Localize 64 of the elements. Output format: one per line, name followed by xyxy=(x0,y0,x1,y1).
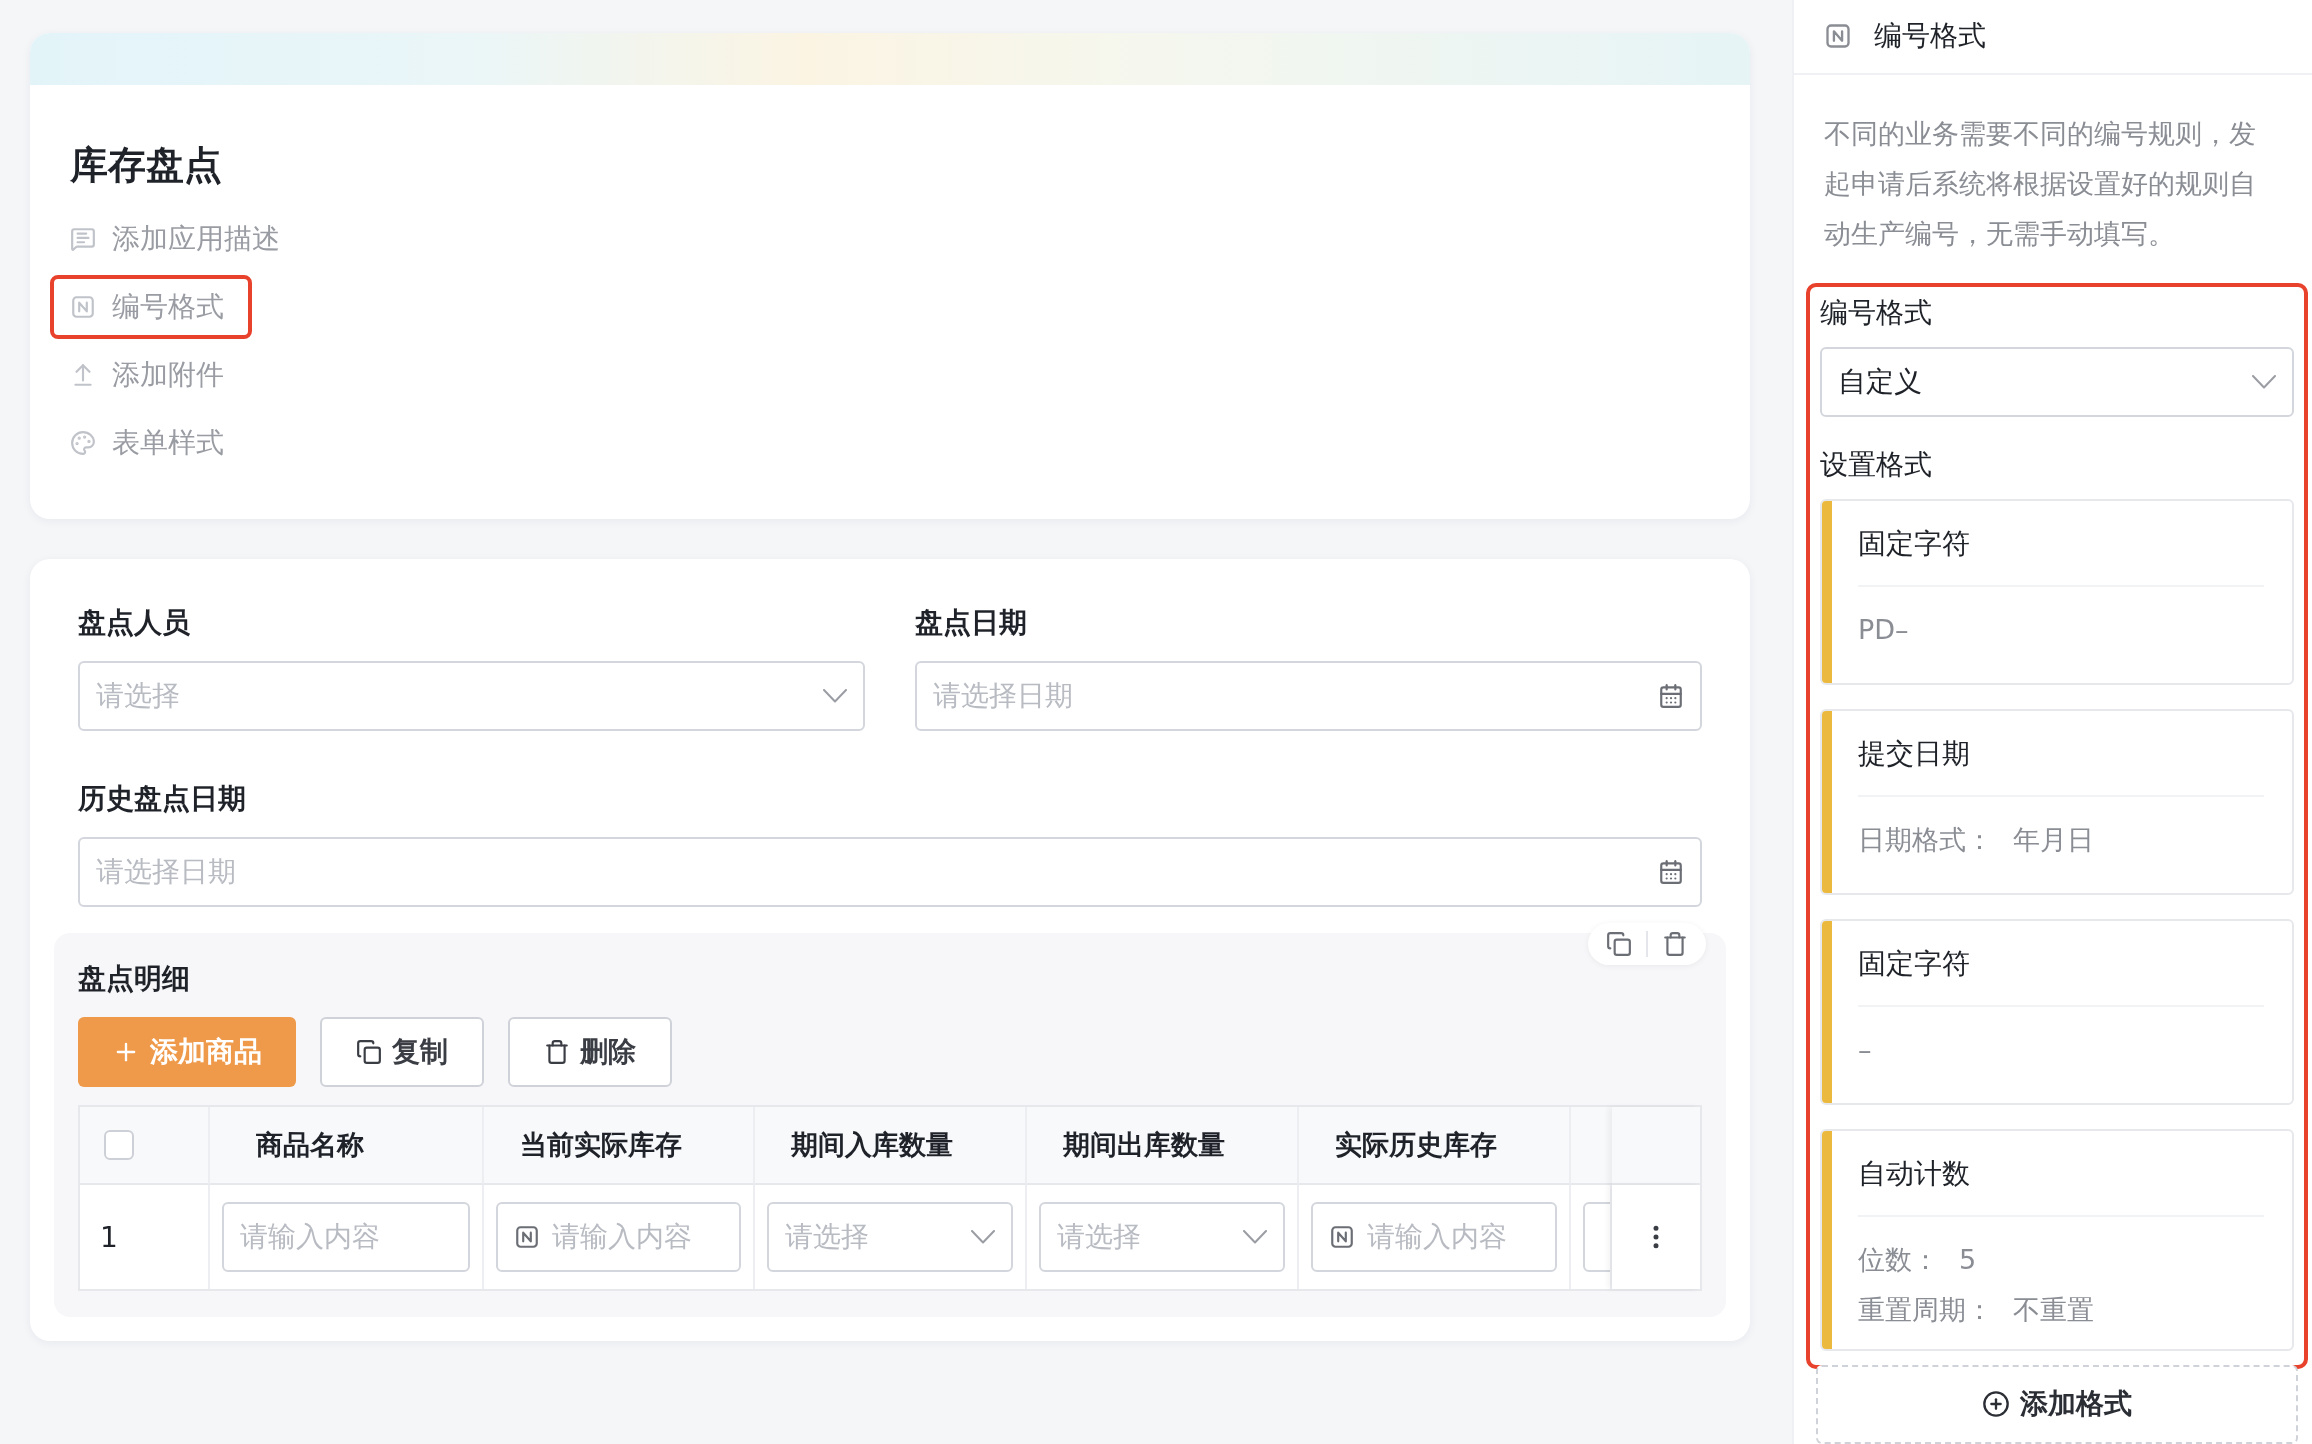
input-field[interactable]: 请输入内容 xyxy=(1311,1202,1557,1272)
column-header: 期间出库数量 xyxy=(1027,1107,1299,1185)
panel-description: 不同的业务需要不同的编号规则，发起申请后系统将根据设置好的规则自动生产编号，无需手动填写。 xyxy=(1823,116,2257,251)
column-header: 期间入库数量 xyxy=(755,1107,1027,1185)
delete-button[interactable]: 删除 xyxy=(508,1017,672,1087)
segment-title: 固定字符 xyxy=(1858,500,2264,587)
date-field[interactable]: 请选择日期 xyxy=(915,661,1702,731)
column-header: 当前实际库存 xyxy=(484,1107,755,1185)
plus-circle-icon xyxy=(1982,1390,2010,1419)
settings-menu-item[interactable]: 表单样式 xyxy=(50,411,252,475)
input-field[interactable] xyxy=(1583,1202,1610,1272)
field-label: 盘点人员 xyxy=(78,605,191,641)
row-number: 1 xyxy=(99,1220,118,1254)
segment-value: 重置周期： 不重置 xyxy=(1858,1292,2095,1327)
number-format-icon xyxy=(70,294,96,320)
comment-icon xyxy=(70,226,96,252)
copy-icon[interactable] xyxy=(1606,931,1632,957)
number-format-icon xyxy=(514,1224,540,1250)
field-label: 盘点日期 xyxy=(915,605,1028,641)
add-format-button[interactable]: 添加格式 xyxy=(1816,1364,2298,1444)
checkbox[interactable] xyxy=(104,1130,134,1160)
segment-title: 固定字符 xyxy=(1858,920,2264,1007)
copy-button[interactable]: 复制 xyxy=(320,1017,484,1087)
format-segment-card[interactable]: 固定字符 – xyxy=(1820,918,2294,1105)
date-field[interactable]: 请选择日期 xyxy=(78,837,1702,907)
input-field[interactable]: 请输入内容 xyxy=(222,1202,470,1272)
segment-value: PD– xyxy=(1858,612,1910,647)
chevron-down-icon xyxy=(2252,374,2276,389)
chevron-down-icon xyxy=(1243,1230,1267,1244)
number-format-icon xyxy=(1329,1224,1355,1250)
select-field[interactable]: 请选择 xyxy=(767,1202,1013,1272)
settings-menu-item[interactable]: 编号格式 xyxy=(50,275,252,339)
format-segment-card[interactable]: 固定字符 PD– xyxy=(1820,498,2294,685)
field-label: 编号格式 xyxy=(1820,294,1933,331)
settings-menu-item[interactable]: 添加应用描述 xyxy=(50,207,308,271)
select-field[interactable]: 请选择 xyxy=(1039,1202,1285,1272)
format-segment-card[interactable]: 自动计数 位数： 5 重置周期： 不重置 xyxy=(1820,1128,2294,1351)
column-header: 商品名称 xyxy=(210,1107,484,1185)
panel-title: 编号格式 xyxy=(1874,18,1986,55)
delete-icon[interactable] xyxy=(1662,931,1688,957)
palette-icon xyxy=(70,430,96,456)
section-title: 盘点明细 xyxy=(78,961,191,997)
settings-menu-item[interactable]: 添加附件 xyxy=(50,343,252,407)
delete-icon xyxy=(544,1039,570,1065)
segment-value: 位数： 5 xyxy=(1858,1242,1978,1277)
field-label: 设置格式 xyxy=(1820,446,1933,483)
chevron-down-icon xyxy=(823,689,847,703)
chevron-down-icon xyxy=(971,1230,995,1244)
segment-value: – xyxy=(1858,1032,1873,1067)
segment-title: 自动计数 xyxy=(1858,1130,2264,1217)
calendar-icon xyxy=(1658,859,1684,885)
number-format-icon xyxy=(1824,22,1852,51)
column-header: 实际历史库存 xyxy=(1299,1107,1571,1185)
calendar-icon xyxy=(1658,683,1684,709)
segment-title: 提交日期 xyxy=(1858,710,2264,797)
format-segment-card[interactable]: 提交日期 日期格式： 年月日 xyxy=(1820,708,2294,895)
select-field[interactable]: 请选择 xyxy=(78,661,865,731)
copy-icon xyxy=(356,1039,382,1065)
select-field[interactable]: 自定义 xyxy=(1820,346,2294,417)
app-title: 库存盘点 xyxy=(70,142,222,189)
field-label: 历史盘点日期 xyxy=(78,781,247,817)
input-field[interactable]: 请输入内容 xyxy=(496,1202,741,1272)
add-product-button[interactable]: 添加商品 xyxy=(78,1017,296,1087)
segment-value: 日期格式： 年月日 xyxy=(1858,822,2095,857)
